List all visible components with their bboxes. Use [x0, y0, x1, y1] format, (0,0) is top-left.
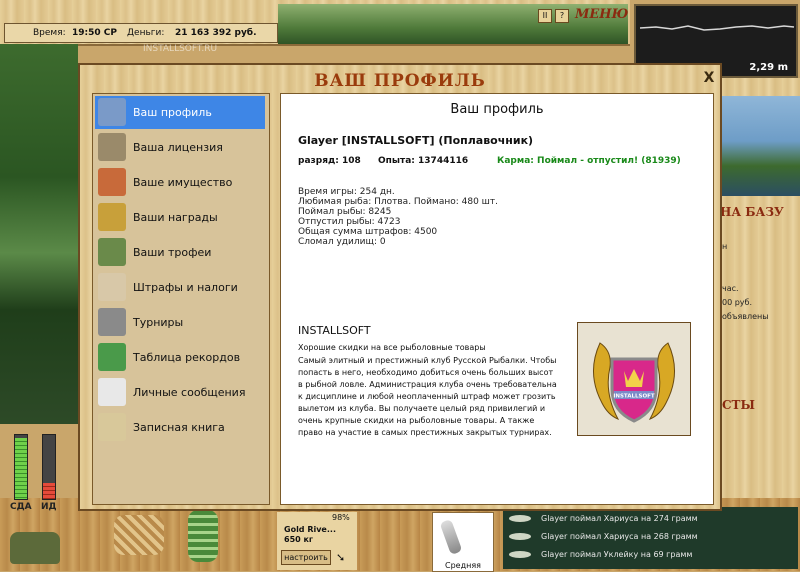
nav-item-label: Турниры: [133, 316, 184, 329]
watermark: INSTALLSOFT.RU: [143, 44, 218, 54]
nav-item[interactable]: Ваша лицензия: [95, 131, 265, 164]
sda-meter: [14, 434, 28, 500]
id-meter: [42, 434, 56, 500]
setup-button[interactable]: настроить: [281, 550, 331, 565]
fish-trophy-icon: [98, 238, 126, 266]
nav-item-label: Личные сообщения: [133, 386, 246, 399]
stat-caught: Поймал рыбы: 8245: [298, 207, 392, 217]
right-info-text: н час. 00 руб. объявлены: [722, 240, 798, 324]
player-karma: Карма: Поймал - отпустил! (81939): [497, 156, 681, 166]
fish-icon: [509, 515, 531, 522]
player-rank: разряд: 108: [298, 156, 361, 166]
player-name: Glayer [INSTALLSOFT] (Поплавочник): [298, 134, 534, 147]
club-emblem: INSTALLSOFT: [592, 342, 676, 423]
depth-profile-graph: [639, 25, 795, 31]
nav-item[interactable]: Таблица рекордов: [95, 341, 265, 374]
dialog-title: ВАШ ПРОФИЛЬ: [314, 71, 486, 91]
id-meter-fill: [43, 483, 55, 499]
bag-icon[interactable]: [10, 532, 60, 564]
nav-item[interactable]: Ваши трофеи: [95, 236, 265, 269]
keepnet-icon[interactable]: [188, 510, 218, 562]
id-label: ИД: [41, 502, 57, 512]
nav-item[interactable]: Ваше имущество: [95, 166, 265, 199]
meters: СДА ИД: [6, 430, 76, 512]
envelope-icon: [98, 378, 126, 406]
reel-weight: 650 кг: [284, 535, 314, 544]
house-icon: [98, 168, 126, 196]
stat-released: Отпустил рыбы: 4723: [298, 217, 401, 227]
list-item: Glayer поймал Уклейку на 69 грамм: [509, 547, 692, 563]
nav-item-label: Ваши трофеи: [133, 246, 212, 259]
bar-chart-icon: [98, 343, 126, 371]
nav-item[interactable]: Штрафы и налоги: [95, 271, 265, 304]
profile-nav: Ваш профиль Ваша лицензия Ваше имущество Ва…: [92, 93, 270, 505]
club-description: Самый элитный и престижный клуб Русской …: [298, 356, 557, 437]
list-item: Glayer поймал Хариуса на 274 грамм: [509, 511, 698, 527]
nav-item[interactable]: Ваши награды: [95, 201, 265, 234]
fish-icon: [509, 533, 531, 540]
sda-label: СДА: [10, 502, 32, 512]
right-text-line: объявлены: [722, 312, 769, 321]
trophy-icon: [98, 203, 126, 231]
right-banner-2: СТЫ: [722, 398, 755, 412]
list-item: Glayer поймал Хариуса на 268 грамм: [509, 529, 698, 545]
nav-item[interactable]: Турниры: [95, 306, 265, 339]
right-text-line: н: [722, 242, 728, 251]
nav-item-label: Ваше имущество: [133, 176, 233, 189]
status-bar: Время: 19:50 СР Деньги: 21 163 392 руб.: [4, 23, 278, 43]
right-text-line: час.: [722, 284, 739, 293]
reel-percent: 98%: [332, 513, 350, 522]
stat-broken-rods: Сломал удилищ: 0: [298, 237, 386, 247]
stat-play-time: Время игры: 254 дн.: [298, 187, 395, 197]
nav-item-label: Таблица рекордов: [133, 351, 241, 364]
scenery-photo-left: [0, 44, 78, 424]
pause-button[interactable]: II: [538, 9, 552, 23]
club-logo-icon: INSTALLSOFT: [577, 322, 691, 436]
time-label: Время:: [33, 28, 66, 38]
stat-favorite-fish: Любимая рыба: Плотва. Поймано: 480 шт.: [298, 197, 498, 207]
basket-icon[interactable]: [114, 515, 164, 555]
scenery-photo-right: [722, 96, 800, 196]
content-title: Ваш профиль: [450, 102, 544, 117]
catch-log: Glayer поймал Хариуса на 274 грамм Glaye…: [503, 507, 798, 569]
money-label: Деньги:: [127, 28, 165, 38]
depth-value: 2,29 m: [749, 62, 788, 73]
stat-fines: Общая сумма штрафов: 4500: [298, 227, 438, 237]
player-experience: Опыта: 13744116: [378, 156, 469, 166]
people-icon: [98, 98, 126, 126]
right-text-line: 00 руб.: [722, 298, 753, 307]
sda-meter-fill: [15, 438, 27, 499]
profile-dialog: ВАШ ПРОФИЛЬ X Ваш профиль Ваша лицензия Ва…: [78, 63, 722, 511]
nav-item-label: Штрафы и налоги: [133, 281, 238, 294]
nav-item[interactable]: Личные сообщения: [95, 376, 265, 409]
club-logo-text: INSTALLSOFT: [613, 394, 655, 400]
nav-item-label: Ваша лицензия: [133, 141, 223, 154]
document-icon: [98, 273, 126, 301]
swords-icon: [98, 308, 126, 336]
lure-label: Средняя: [445, 561, 481, 570]
nav-item-label: Ваш профиль: [133, 106, 212, 119]
to-base-banner[interactable]: НА БАЗУ: [720, 205, 798, 221]
close-icon[interactable]: X: [702, 71, 716, 85]
help-button[interactable]: ?: [555, 9, 569, 23]
nav-item[interactable]: Ваш профиль: [95, 96, 265, 129]
time-value: 19:50 СР: [72, 28, 117, 38]
profile-content: Ваш профиль Glayer [INSTALLSOFT] (Поплав…: [280, 93, 714, 505]
notebook-icon: [98, 413, 126, 441]
money-value: 21 163 392 руб.: [175, 28, 257, 38]
fish-icon: [509, 551, 531, 558]
license-icon: [98, 133, 126, 161]
club-name: INSTALLSOFT: [298, 324, 371, 337]
menu-button[interactable]: МЕНЮ: [575, 7, 628, 23]
reel-name: Gold Rive...: [284, 525, 336, 534]
arrow-icon[interactable]: ➘: [336, 551, 346, 564]
club-subtitle: Хорошие скидки на все рыболовные товары: [298, 343, 486, 352]
nav-item-label: Ваши награды: [133, 211, 218, 224]
nav-item[interactable]: Записная книга: [95, 411, 265, 444]
nav-item-label: Записная книга: [133, 421, 225, 434]
